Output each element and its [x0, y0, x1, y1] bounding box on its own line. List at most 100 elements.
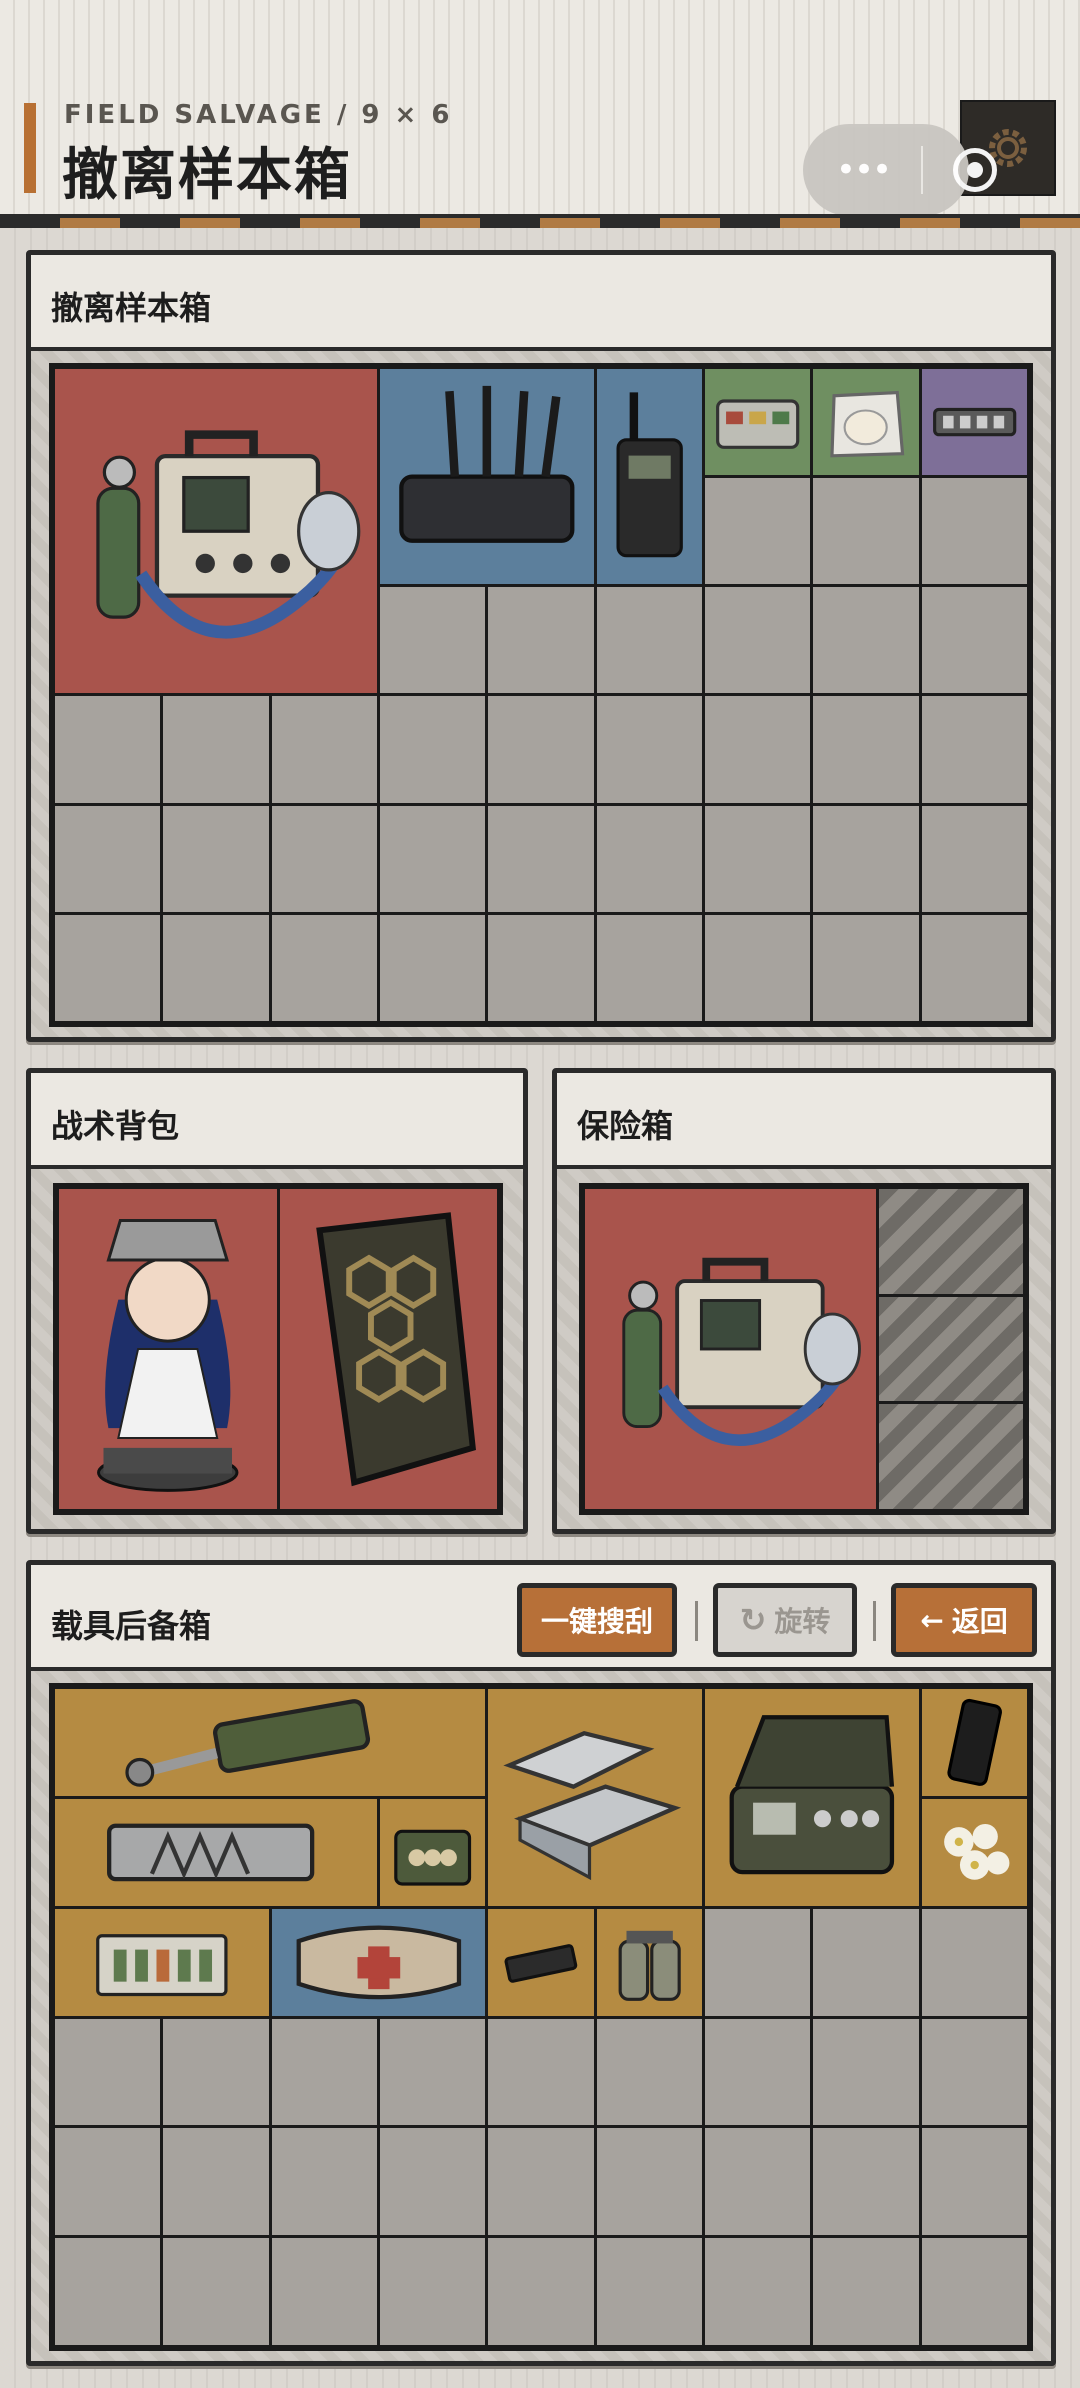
bandage-pack-icon — [830, 390, 905, 458]
empty-slot[interactable] — [55, 2018, 161, 2126]
empty-slot[interactable] — [380, 805, 486, 912]
empty-slot[interactable] — [813, 914, 919, 1021]
inventory-item-anime-figurine[interactable] — [59, 1189, 277, 1509]
empty-slot[interactable] — [813, 2128, 919, 2236]
empty-slot[interactable] — [55, 696, 161, 803]
panel-title: 撤离样本箱 — [51, 289, 212, 327]
empty-slot[interactable] — [813, 1908, 919, 2016]
panel-title: 保险箱 — [577, 1107, 674, 1145]
inventory-item-oxygen-ventilator[interactable] — [55, 369, 377, 694]
inventory-item-equipment-case[interactable] — [705, 1689, 919, 1906]
empty-slot[interactable] — [488, 2018, 594, 2126]
ssd-icon — [504, 1943, 578, 1983]
empty-slot[interactable] — [488, 914, 594, 1021]
empty-slot[interactable] — [705, 478, 811, 585]
empty-slot[interactable] — [380, 914, 486, 1021]
empty-slot[interactable] — [488, 696, 594, 803]
empty-slot[interactable] — [596, 2018, 702, 2126]
empty-slot[interactable] — [813, 478, 919, 585]
empty-slot[interactable] — [705, 696, 811, 803]
inventory-item-rail-component[interactable] — [55, 1798, 377, 1906]
empty-slot[interactable] — [705, 914, 811, 1021]
empty-slot[interactable] — [596, 2238, 702, 2345]
empty-slot[interactable] — [596, 914, 702, 1021]
miniprogram-capsule: ••• — [803, 124, 997, 216]
empty-slot[interactable] — [488, 805, 594, 912]
empty-slot[interactable] — [380, 2238, 486, 2345]
empty-slot[interactable] — [813, 805, 919, 912]
empty-slot[interactable] — [596, 2128, 702, 2236]
empty-slot[interactable] — [705, 587, 811, 694]
inventory-item-ssd-drive[interactable] — [488, 1908, 594, 2016]
inventory-item-walkie-talkie[interactable] — [596, 369, 702, 585]
empty-slot[interactable] — [813, 2018, 919, 2126]
inventory-item-oxygen-ventilator[interactable] — [585, 1189, 876, 1509]
empty-slot[interactable] — [271, 805, 377, 912]
empty-slot[interactable] — [705, 2128, 811, 2236]
empty-slot[interactable] — [921, 805, 1027, 912]
empty-slot[interactable] — [163, 805, 269, 912]
empty-slot[interactable] — [813, 696, 919, 803]
inventory-item-hydraulic-cylinder[interactable] — [55, 1689, 486, 1796]
empty-slot[interactable] — [921, 2128, 1027, 2236]
inventory-item-smartphone[interactable] — [921, 1689, 1027, 1796]
empty-slot[interactable] — [163, 2018, 269, 2126]
empty-slot[interactable] — [705, 2018, 811, 2126]
rotate-button[interactable]: ↻ 旋转 — [713, 1583, 857, 1657]
empty-slot[interactable] — [271, 2018, 377, 2126]
empty-slot[interactable] — [380, 696, 486, 803]
empty-slot[interactable] — [163, 2238, 269, 2345]
inventory-item-component-tray[interactable] — [705, 369, 811, 476]
empty-slot[interactable] — [271, 696, 377, 803]
loot-all-button[interactable]: 一键搜刮 — [517, 1583, 677, 1657]
empty-slot[interactable] — [705, 1908, 811, 2016]
inventory-item-metal-ingots[interactable] — [488, 1689, 702, 1906]
empty-slot[interactable] — [163, 696, 269, 803]
inventory-item-circuit-breaker[interactable] — [55, 1908, 269, 2016]
empty-slot[interactable] — [163, 2128, 269, 2236]
empty-slot[interactable] — [705, 805, 811, 912]
empty-slot[interactable] — [921, 2018, 1027, 2126]
empty-slot[interactable] — [271, 2238, 377, 2345]
inventory-item-memory-module[interactable] — [921, 369, 1027, 476]
empty-slot[interactable] — [488, 2128, 594, 2236]
empty-slot[interactable] — [921, 2238, 1027, 2345]
inventory-item-ammo-box[interactable] — [380, 1798, 486, 1906]
metal-ingots-icon — [503, 1730, 682, 1881]
empty-slot[interactable] — [921, 914, 1027, 1021]
empty-slot[interactable] — [596, 696, 702, 803]
empty-slot[interactable] — [596, 587, 702, 694]
empty-slot[interactable] — [596, 805, 702, 912]
extraction-case-grid — [49, 363, 1033, 1027]
back-button[interactable]: ← 返回 — [891, 1583, 1037, 1657]
empty-slot[interactable] — [921, 587, 1027, 694]
empty-slot[interactable] — [271, 914, 377, 1021]
empty-slot[interactable] — [921, 696, 1027, 803]
empty-slot[interactable] — [55, 2128, 161, 2236]
panel-title: 载具后备箱 — [51, 1607, 212, 1645]
more-options-button[interactable]: ••• — [833, 150, 893, 190]
armor-plate-icon — [315, 1212, 476, 1487]
empty-slot[interactable] — [55, 2238, 161, 2345]
empty-slot[interactable] — [55, 914, 161, 1021]
empty-slot[interactable] — [705, 2238, 811, 2345]
inventory-item-armor-plate[interactable] — [279, 1189, 497, 1509]
empty-slot[interactable] — [55, 805, 161, 912]
empty-slot[interactable] — [488, 2238, 594, 2345]
close-miniprogram-button[interactable] — [953, 148, 997, 192]
inventory-item-gas-canisters[interactable] — [596, 1908, 702, 2016]
empty-slot[interactable] — [271, 2128, 377, 2236]
empty-slot[interactable] — [488, 587, 594, 694]
empty-slot[interactable] — [380, 2128, 486, 2236]
empty-slot[interactable] — [813, 2238, 919, 2345]
empty-slot[interactable] — [813, 587, 919, 694]
inventory-item-first-aid-pouch[interactable] — [271, 1908, 486, 2016]
empty-slot[interactable] — [163, 914, 269, 1021]
empty-slot[interactable] — [380, 2018, 486, 2126]
inventory-item-bandage-pack[interactable] — [813, 369, 919, 476]
empty-slot[interactable] — [380, 587, 486, 694]
empty-slot[interactable] — [921, 478, 1027, 585]
empty-slot[interactable] — [921, 1908, 1027, 2016]
inventory-item-wifi-router[interactable] — [380, 369, 594, 585]
inventory-item-white-flowers[interactable] — [921, 1798, 1027, 1906]
